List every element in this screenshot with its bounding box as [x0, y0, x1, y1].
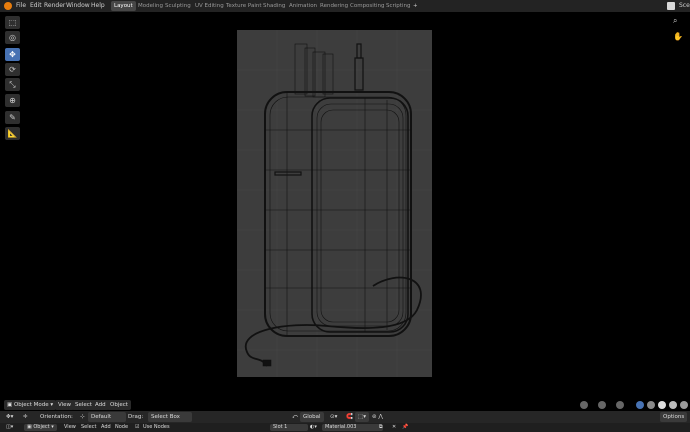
object-mode-dropdown[interactable]: ▣ Object Mode ▾ [4, 400, 57, 410]
menu-render[interactable]: Render [44, 0, 65, 12]
pan-icon[interactable]: ✋ [673, 32, 683, 42]
node-view-menu[interactable]: View [64, 424, 76, 431]
tab-sculpting[interactable]: Sculpting [162, 1, 194, 11]
camera-frame[interactable] [237, 30, 432, 377]
tab-compositing[interactable]: Compositing [347, 1, 387, 11]
transform-tool-icon[interactable]: ⊕ [5, 94, 20, 107]
measure-tool-icon[interactable]: 📐 [5, 127, 20, 140]
transform-orientation-dropdown[interactable]: Global [300, 412, 324, 422]
orientation-dropdown[interactable]: Default [88, 412, 126, 422]
snap-target-icon[interactable]: ⬚▾ [355, 412, 369, 422]
scale-tool-icon[interactable]: ⤡ [5, 78, 20, 91]
drag-dropdown[interactable]: Select Box [148, 412, 192, 422]
tab-animation[interactable]: Animation [286, 1, 320, 11]
object-type-dropdown[interactable]: ▣ Object ▾ [24, 424, 57, 431]
menu-help[interactable]: Help [91, 0, 105, 12]
tab-texture-paint[interactable]: Texture Paint [223, 1, 265, 11]
slot-dropdown[interactable]: Slot 1 [270, 424, 308, 431]
active-tool-icon[interactable]: ✥▾ [6, 412, 13, 422]
menu-edit[interactable]: Edit [30, 0, 42, 12]
node-menu[interactable]: Node [115, 424, 128, 431]
menu-file[interactable]: File [16, 0, 26, 12]
rotate-tool-icon[interactable]: ⟳ [5, 63, 20, 76]
object-mode-icon: ▣ [7, 402, 14, 408]
transform-icon[interactable]: ✛ [23, 412, 28, 422]
material-users-icon[interactable]: ⧉ [379, 424, 383, 431]
tab-scripting[interactable]: Scripting [383, 1, 413, 11]
xray-icon[interactable] [636, 401, 644, 409]
node-editor-header: ◫▾ ▣ Object ▾ View Select Add Node ☑ Use… [0, 423, 690, 432]
use-nodes-label: Use Nodes [143, 424, 170, 430]
material-shading-icon[interactable] [669, 401, 677, 409]
editor-type-icon[interactable]: ◫▾ [6, 424, 13, 431]
scene-label[interactable]: Sce [679, 0, 690, 12]
node-add-menu[interactable]: Add [101, 424, 111, 431]
fridge-wireframe [237, 30, 432, 377]
tab-shading[interactable]: Shading [260, 1, 288, 11]
object-type-label: Object [33, 424, 50, 430]
snap-icon[interactable]: 🧲 [346, 412, 353, 422]
solid-shading-icon[interactable] [658, 401, 666, 409]
object-mode-label: Object Mode [13, 402, 49, 408]
menu-window[interactable]: Window [66, 0, 90, 12]
gizmo-icon[interactable] [598, 401, 606, 409]
proportional-icon[interactable]: ⊚ ⋀ [372, 412, 383, 422]
pin-icon[interactable]: 📌 [402, 424, 408, 431]
overlay-icon[interactable] [616, 401, 624, 409]
orientation-icon: ⊹ [80, 414, 85, 420]
drag-label: Drag: [128, 414, 144, 420]
blender-logo-icon[interactable] [4, 2, 12, 10]
select-tool-icon[interactable]: ⬚ [5, 16, 20, 29]
add-workspace-button[interactable]: + [410, 1, 421, 11]
node-select-menu[interactable]: Select [81, 424, 96, 431]
annotate-tool-icon[interactable]: ✎ [5, 111, 20, 124]
move-tool-icon[interactable]: ✥ [5, 48, 20, 61]
material-name-field[interactable]: Material.003 [322, 424, 383, 431]
options-dropdown[interactable]: Options [660, 412, 688, 422]
zoom-icon[interactable]: ⌕ [673, 16, 683, 26]
cursor-tool-icon[interactable]: ◎ [5, 31, 20, 44]
pivot-icon[interactable]: ⊙▾ [330, 412, 337, 422]
use-nodes-checkbox[interactable]: ☑ [135, 424, 139, 431]
orientation-label: Orientation: [40, 414, 73, 420]
wireframe-shading-icon[interactable] [647, 401, 655, 409]
visibility-icon[interactable] [580, 401, 588, 409]
tab-rendering[interactable]: Rendering [317, 1, 351, 11]
object-menu[interactable]: Object [107, 400, 131, 410]
tab-layout[interactable]: Layout [111, 1, 136, 11]
material-icon[interactable]: ◐▾ [310, 424, 317, 431]
top-menu-bar: File Edit Render Window Help Layout Mode… [0, 0, 690, 12]
transform-orientation-icon[interactable]: ⤺ [292, 412, 298, 422]
scene-icon[interactable] [667, 2, 675, 10]
tab-uv-editing[interactable]: UV Editing [192, 1, 227, 11]
fake-user-icon[interactable]: ✕ [392, 424, 396, 431]
rendered-shading-icon[interactable] [680, 401, 688, 409]
tool-settings-bar: ✥▾ ✛ Orientation: ⊹ Default Drag: Select… [0, 411, 690, 423]
